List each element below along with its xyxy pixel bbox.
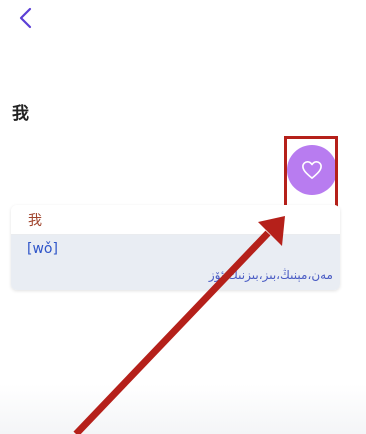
favorite-button[interactable]: [287, 145, 337, 195]
page-title: 我: [12, 104, 29, 124]
entry-card-body: [wǒ] مەن،مېنىڭ،بىز،بىزنىڭ،ئۆز: [11, 235, 340, 290]
entry-card[interactable]: 我 [wǒ] مەن،مېنىڭ،بىز،بىزنىڭ،ئۆز: [11, 205, 340, 290]
entry-pinyin: [wǒ]: [27, 241, 58, 257]
chevron-left-icon: [19, 7, 32, 29]
heart-outline-icon: [302, 161, 322, 179]
entry-meaning: مەن،مېنىڭ،بىز،بىزنىڭ،ئۆز: [208, 268, 333, 282]
entry-card-header: 我: [11, 205, 340, 235]
back-button[interactable]: [14, 5, 38, 31]
entry-word: 我: [28, 212, 42, 229]
bottom-fade: [0, 384, 366, 434]
screen: 我 我 [wǒ] مەن،مېنىڭ،بىز،بىزنىڭ،ئۆز: [0, 0, 366, 434]
